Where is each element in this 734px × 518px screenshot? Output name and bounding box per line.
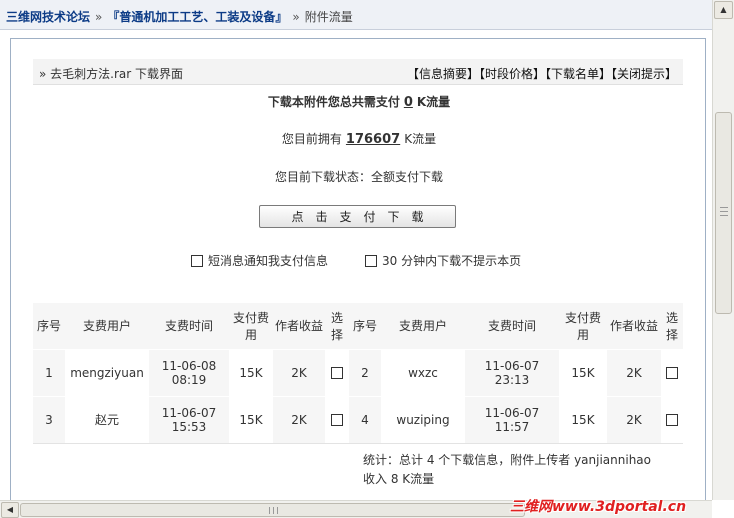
cell-clock: 15:53 <box>171 419 207 434</box>
download-file-label: » 去毛刺方法.rar 下载界面 <box>39 67 184 81</box>
download-status: 您目前下载状态：全额支付下载 <box>274 170 443 184</box>
link-info-summary[interactable]: 【信息摘要】 <box>407 67 479 81</box>
horizontal-scroll-thumb[interactable] <box>20 503 525 517</box>
breadcrumb-forum-link[interactable]: 三维网技术论坛 <box>6 10 90 24</box>
col-header: 支费时间 <box>487 319 536 334</box>
cell-date: 11-06-08 <box>161 358 217 373</box>
cell-time: 11-06-07 11:57 <box>465 395 559 443</box>
col-header: 序号 <box>36 319 61 334</box>
cell-select <box>661 348 683 396</box>
cell-no: 3 <box>33 395 65 443</box>
payment-need-value: 0 <box>403 95 413 110</box>
cell-select <box>325 395 349 443</box>
vertical-scrollbar[interactable]: ▲ <box>712 0 734 500</box>
col-header: 支付费用 <box>232 310 269 342</box>
cell-date: 11-06-07 <box>161 405 217 420</box>
row-select-checkbox[interactable] <box>331 366 343 379</box>
link-period-price[interactable]: 【时段价格】 <box>479 67 545 81</box>
download-records-table: 序号 支费用户 支费时间 支付费用 作者收益 选择 序号 支费用户 支费时间 支… <box>33 303 683 444</box>
cell-time: 11-06-07 23:13 <box>465 348 559 396</box>
no-prompt-option[interactable]: 30 分钟内下载不提示本页 <box>365 252 521 269</box>
table-row: 3 赵元 11-06-07 15:53 15K 2K 4 wuziping 11-… <box>33 395 683 443</box>
breadcrumb: 三维网技术论坛 » 『普通机加工工艺、工装及设备』 » 附件流量 <box>0 0 712 30</box>
payment-need-prefix: 下载本附件您总共需支付 <box>267 95 400 109</box>
cell-clock: 23:13 <box>494 372 530 387</box>
col-header: 支费用户 <box>398 319 447 334</box>
notify-checkbox[interactable] <box>191 255 203 267</box>
cell-date: 11-06-07 <box>484 358 540 373</box>
cell-date: 11-06-07 <box>484 405 540 420</box>
row-select-checkbox[interactable] <box>666 413 678 426</box>
cell-select <box>325 348 349 396</box>
cell-time: 11-06-07 15:53 <box>149 395 229 443</box>
link-download-list[interactable]: 【下载名单】 <box>545 67 611 81</box>
cell-income: 2K <box>273 395 325 443</box>
link-close-tip[interactable]: 【关闭提示】 <box>611 67 677 81</box>
cell-user: mengziyuan <box>65 348 149 396</box>
cell-user: 赵元 <box>65 395 149 443</box>
grip-icon <box>720 207 728 216</box>
cell-income: 2K <box>607 348 661 396</box>
vertical-scroll-thumb[interactable] <box>715 112 732 314</box>
cell-no: 1 <box>33 348 65 396</box>
cell-fee: 15K <box>229 348 273 396</box>
table-header-row: 序号 支费用户 支费时间 支付费用 作者收益 选择 序号 支费用户 支费时间 支… <box>33 303 683 349</box>
col-header: 作者收益 <box>275 319 324 334</box>
scroll-left-icon[interactable]: ◀ <box>1 502 19 518</box>
cell-time: 11-06-08 08:19 <box>149 348 229 396</box>
breadcrumb-current: 附件流量 <box>304 10 353 24</box>
payment-own-line: 您目前拥有 176607 K流量 <box>11 130 707 147</box>
col-header: 支费时间 <box>164 319 213 334</box>
cell-income: 2K <box>607 395 661 443</box>
download-stats: 统计：总计 4 个下载信息，附件上传者 yanjiannihao 收入 8 K流… <box>363 451 683 489</box>
breadcrumb-separator: » <box>95 10 103 24</box>
stats-line-1: 统计：总计 4 个下载信息，附件上传者 yanjiannihao <box>363 453 652 467</box>
table-row: 1 mengziyuan 11-06-08 08:19 15K 2K 2 wxzc… <box>33 348 683 396</box>
attachment-panel: » 去毛刺方法.rar 下载界面 【信息摘要】【时段价格】【下载名单】【关闭提示… <box>10 38 706 500</box>
cell-fee: 15K <box>559 348 607 396</box>
row-select-checkbox[interactable] <box>666 366 678 379</box>
col-header: 选择 <box>665 310 678 342</box>
col-header: 序号 <box>352 319 377 334</box>
notify-label: 短消息通知我支付信息 <box>208 254 329 268</box>
cell-no: 2 <box>349 348 381 396</box>
cell-user: wuziping <box>381 395 465 443</box>
site-watermark: 三维网www.3dportal.cn <box>510 499 687 515</box>
cell-user: wxzc <box>381 348 465 396</box>
payment-own-value: 176607 <box>345 132 401 147</box>
grip-icon <box>269 507 278 514</box>
payment-own-suffix: K流量 <box>404 132 437 146</box>
cell-income: 2K <box>273 348 325 396</box>
col-header: 选择 <box>330 310 343 342</box>
cell-no: 4 <box>349 395 381 443</box>
payment-need-line: 下载本附件您总共需支付 0 K流量 <box>11 93 707 110</box>
no-prompt-label: 30 分钟内下载不提示本页 <box>382 254 522 268</box>
col-header: 支费用户 <box>82 319 131 334</box>
cell-select <box>661 395 683 443</box>
cell-clock: 11:57 <box>494 419 530 434</box>
scroll-up-icon[interactable]: ▲ <box>714 1 733 19</box>
cell-fee: 15K <box>559 395 607 443</box>
payment-own-prefix: 您目前拥有 <box>281 132 342 146</box>
download-bar-links: 【信息摘要】【时段价格】【下载名单】【关闭提示】 <box>407 65 677 82</box>
no-prompt-checkbox[interactable] <box>365 255 377 267</box>
cell-clock: 08:19 <box>171 372 207 387</box>
col-header: 作者收益 <box>609 319 658 334</box>
breadcrumb-separator: » <box>292 10 300 24</box>
stats-line-2: 收入 8 K流量 <box>363 472 435 486</box>
breadcrumb-board-link[interactable]: 『普通机加工工艺、工装及设备』 <box>107 10 287 24</box>
payment-need-suffix: K流量 <box>416 95 451 109</box>
col-header: 支付费用 <box>564 310 601 342</box>
notify-option[interactable]: 短消息通知我支付信息 <box>191 252 328 269</box>
pay-download-button[interactable]: 点击支付下载 <box>259 205 456 228</box>
download-bar: » 去毛刺方法.rar 下载界面 【信息摘要】【时段价格】【下载名单】【关闭提示… <box>33 59 683 85</box>
row-select-checkbox[interactable] <box>331 413 343 426</box>
cell-fee: 15K <box>229 395 273 443</box>
